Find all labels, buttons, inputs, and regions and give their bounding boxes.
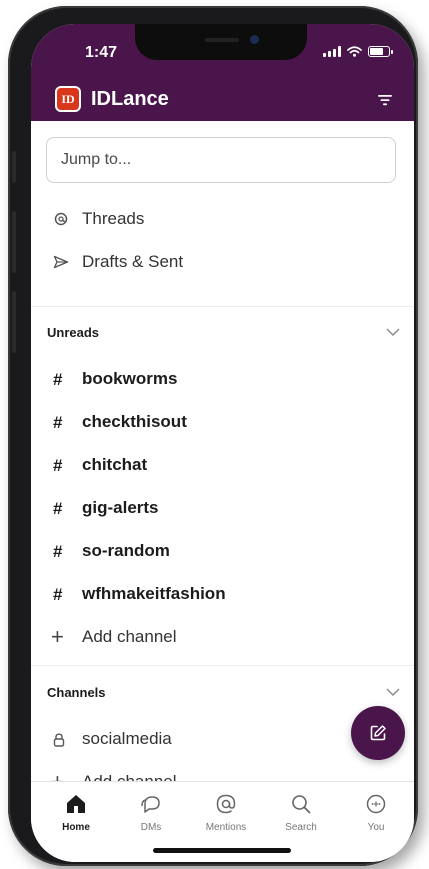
home-indicator[interactable]	[153, 848, 291, 853]
channel-bookworms[interactable]: # bookworms	[31, 360, 414, 400]
tab-dms[interactable]: DMs	[121, 792, 181, 833]
add-channel-label: Add channel	[82, 627, 177, 646]
workspace-logo[interactable]: ID	[55, 86, 81, 112]
hash-icon: #	[53, 456, 63, 475]
channel-name: socialmedia	[82, 729, 172, 748]
workspace-header: 1:47 ID IDLance	[31, 24, 414, 121]
section-title: Channels	[47, 685, 106, 700]
nav-item-label: Threads	[82, 209, 145, 228]
workspace-name[interactable]: IDLance	[91, 88, 169, 111]
add-channel-label: Add channel	[82, 772, 177, 781]
section-channels[interactable]: Channels	[31, 679, 414, 707]
plus-icon: +	[51, 769, 64, 781]
tab-you[interactable]: You	[346, 792, 406, 833]
lock-icon	[53, 730, 65, 752]
channel-so-random[interactable]: # so-random	[31, 532, 414, 572]
channel-name: chitchat	[82, 455, 148, 474]
add-channel-channels[interactable]: + Add channel	[31, 763, 414, 781]
tab-search[interactable]: Search	[271, 792, 331, 833]
home-icon	[67, 795, 85, 813]
tab-label: Search	[285, 822, 317, 833]
notch	[135, 24, 307, 60]
wifi-icon	[347, 46, 362, 57]
status-time: 1:47	[85, 44, 118, 61]
chevron-down-icon[interactable]	[386, 687, 400, 697]
sidebar-content: Threads Drafts & Sent Unreads	[31, 121, 414, 781]
tab-label: Mentions	[205, 822, 247, 833]
channel-gig-alerts[interactable]: # gig-alerts	[31, 489, 414, 529]
hash-icon: #	[53, 370, 63, 389]
tab-bar: Home DMs Mentions Search You	[31, 781, 414, 862]
tab-mentions[interactable]: Mentions	[196, 792, 256, 833]
hash-icon: #	[53, 499, 63, 518]
filter-icon[interactable]	[378, 94, 392, 106]
threads-icon	[53, 211, 69, 227]
speaker	[205, 38, 239, 42]
camera	[250, 35, 259, 44]
channel-name: bookworms	[82, 369, 178, 388]
plus-icon: +	[51, 624, 64, 649]
workspace-logo-text: ID	[57, 88, 79, 110]
tab-label: You	[367, 822, 385, 833]
app-screen: 1:47 ID IDLance Jump to... Threads Draft…	[31, 24, 414, 862]
channel-name: wfhmakeitfashion	[82, 584, 226, 603]
chevron-down-icon[interactable]	[386, 327, 400, 337]
channel-name: checkthisout	[82, 412, 187, 431]
tab-label: DMs	[140, 822, 162, 833]
battery-icon	[368, 46, 393, 57]
channel-chitchat[interactable]: # chitchat	[31, 446, 414, 486]
search-icon	[292, 795, 311, 814]
hash-icon: #	[53, 413, 63, 432]
channel-checkthisout[interactable]: # checkthisout	[31, 403, 414, 443]
add-channel-unreads[interactable]: + Add channel	[31, 618, 414, 658]
jump-to-input[interactable]	[46, 137, 396, 183]
volume-down-button	[12, 291, 16, 353]
you-icon	[366, 794, 386, 814]
channel-name: gig-alerts	[82, 498, 159, 517]
phone-frame: 1:47 ID IDLance Jump to... Threads Draft…	[8, 6, 418, 866]
section-title: Unreads	[47, 325, 100, 340]
tab-home[interactable]: Home	[46, 792, 106, 833]
signal-icon	[323, 46, 341, 57]
channel-wfhmakeitfashion[interactable]: # wfhmakeitfashion	[31, 575, 414, 615]
divider	[31, 665, 414, 666]
tab-label: Home	[62, 822, 90, 833]
dms-icon	[141, 796, 160, 813]
status-icons	[323, 46, 393, 57]
channel-name: so-random	[82, 541, 170, 560]
send-icon	[53, 254, 69, 270]
volume-up-button	[12, 211, 16, 273]
hash-icon: #	[53, 585, 63, 604]
nav-item-drafts-sent[interactable]: Drafts & Sent	[31, 242, 414, 282]
mute-switch	[12, 151, 16, 183]
divider	[31, 306, 414, 307]
mention-icon	[216, 794, 236, 814]
hash-icon: #	[53, 542, 63, 561]
nav-item-label: Drafts & Sent	[82, 252, 184, 271]
compose-icon	[370, 725, 386, 741]
compose-button[interactable]	[351, 706, 405, 760]
nav-item-threads[interactable]: Threads	[31, 199, 414, 239]
section-unreads[interactable]: Unreads	[31, 319, 414, 347]
